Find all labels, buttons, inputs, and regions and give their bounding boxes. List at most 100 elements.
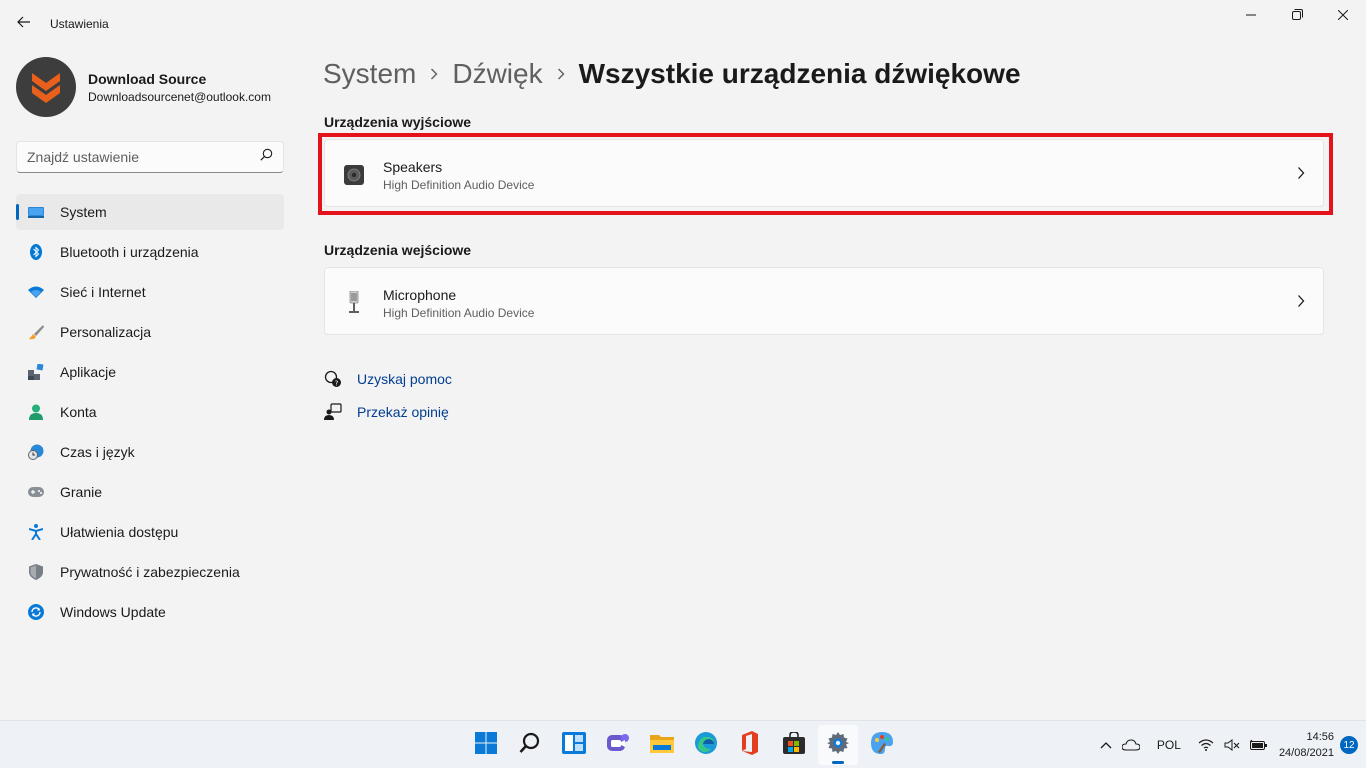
taskbar-store-button[interactable]	[774, 725, 814, 765]
give-feedback-link[interactable]: Przekaż opinię	[324, 403, 449, 421]
clock-time: 14:56	[1306, 731, 1334, 743]
wifi-tray-icon[interactable]	[1198, 739, 1214, 751]
chevron-right-icon	[557, 68, 565, 80]
output-device-speakers[interactable]: Speakers High Definition Audio Device	[324, 139, 1324, 207]
sidebar-item-label: Sieć i Internet	[60, 284, 146, 300]
sidebar-item-personalization[interactable]: Personalizacja	[16, 314, 284, 350]
taskbar: POL 14:56 24/08/2021 12	[0, 720, 1366, 768]
notification-badge[interactable]: 12	[1340, 736, 1358, 754]
close-button[interactable]	[1320, 0, 1366, 32]
windows-start-icon	[475, 731, 497, 759]
search-box[interactable]	[16, 141, 284, 173]
search-icon[interactable]	[260, 148, 273, 166]
apps-icon	[28, 364, 44, 380]
user-profile[interactable]: Download Source Downloadsourcenet@outloo…	[16, 57, 271, 117]
close-icon	[1337, 7, 1349, 25]
language-indicator[interactable]: POL	[1157, 738, 1181, 752]
wifi-icon	[28, 284, 44, 300]
settings-gear-icon	[826, 731, 850, 760]
volume-muted-icon[interactable]	[1224, 739, 1240, 751]
device-description: High Definition Audio Device	[383, 178, 535, 192]
taskbar-explorer-button[interactable]	[642, 725, 682, 765]
svg-text:?: ?	[335, 380, 339, 388]
profile-name: Download Source	[88, 71, 207, 87]
back-button[interactable]	[10, 10, 38, 38]
chevron-right-icon	[1297, 166, 1305, 185]
sidebar-item-system[interactable]: System	[16, 194, 284, 230]
store-icon	[783, 730, 805, 759]
sidebar-item-label: Windows Update	[60, 604, 166, 620]
taskbar-settings-button[interactable]	[818, 725, 858, 765]
sidebar-item-windows-update[interactable]: Windows Update	[16, 594, 284, 630]
account-icon	[28, 404, 44, 420]
clock-date: 24/08/2021	[1278, 747, 1334, 759]
breadcrumb: System Dźwięk Wszystkie urządzenia dźwię…	[323, 58, 1021, 90]
download-source-logo-icon	[32, 73, 60, 103]
device-name: Speakers	[383, 159, 443, 175]
bluetooth-icon	[28, 244, 44, 260]
sidebar-item-accessibility[interactable]: Ułatwienia dostępu	[16, 514, 284, 550]
edge-icon	[694, 731, 718, 760]
page-title: Wszystkie urządzenia dźwiękowe	[578, 58, 1021, 89]
sidebar-item-gaming[interactable]: Granie	[16, 474, 284, 510]
search-input[interactable]	[27, 149, 260, 165]
speaker-icon	[343, 164, 365, 186]
input-devices-heading: Urządzenia wejściowe	[324, 242, 472, 258]
teams-chat-icon	[606, 732, 630, 759]
taskbar-widgets-button[interactable]	[554, 725, 594, 765]
widgets-icon	[562, 731, 586, 759]
sidebar-item-apps[interactable]: Aplikacje	[16, 354, 284, 390]
minimize-icon	[1246, 7, 1256, 25]
sidebar-item-bluetooth[interactable]: Bluetooth i urządzenia	[16, 234, 284, 270]
get-help-label: Uzyskaj pomoc	[357, 371, 452, 387]
sidebar-item-label: System	[60, 204, 107, 220]
sidebar-item-time-language[interactable]: Czas i język	[16, 434, 284, 470]
device-name: Microphone	[383, 287, 457, 303]
taskbar-search-button[interactable]	[510, 725, 550, 765]
time-language-icon	[28, 444, 44, 460]
sidebar-item-label: Ułatwienia dostępu	[60, 524, 179, 540]
taskbar-office-button[interactable]	[730, 725, 770, 765]
taskbar-apps	[466, 725, 906, 765]
back-arrow-icon	[17, 15, 31, 33]
output-devices-heading: Urządzenia wyjściowe	[324, 114, 472, 130]
system-tray: POL 14:56 24/08/2021 12	[1095, 721, 1358, 768]
minimize-button[interactable]	[1228, 0, 1274, 32]
profile-email: Downloadsourcenet@outlook.com	[88, 90, 271, 104]
give-feedback-label: Przekaż opinię	[357, 404, 449, 420]
sidebar-item-accounts[interactable]: Konta	[16, 394, 284, 430]
clock[interactable]: 14:56 24/08/2021	[1279, 729, 1334, 761]
breadcrumb-sound[interactable]: Dźwięk	[452, 58, 542, 90]
taskbar-chat-button[interactable]	[598, 725, 638, 765]
brush-icon	[28, 324, 44, 340]
taskbar-start-button[interactable]	[466, 725, 506, 765]
taskbar-paint-button[interactable]	[862, 725, 902, 765]
chevron-up-icon[interactable]	[1100, 741, 1112, 749]
accessibility-icon	[28, 524, 44, 540]
office-icon	[740, 730, 760, 760]
sidebar-nav: System Bluetooth i urządzenia Sieć i Int…	[16, 194, 284, 634]
feedback-icon	[324, 403, 342, 421]
sidebar-item-privacy[interactable]: Prywatność i zabezpieczenia	[16, 554, 284, 590]
system-icon	[28, 204, 44, 220]
paint-icon	[870, 731, 894, 760]
get-help-link[interactable]: ? Uzyskaj pomoc	[324, 370, 452, 388]
file-explorer-icon	[650, 733, 674, 758]
input-device-microphone[interactable]: Microphone High Definition Audio Device	[324, 267, 1324, 335]
onedrive-icon[interactable]	[1121, 739, 1140, 751]
sidebar-item-label: Konta	[60, 404, 97, 420]
breadcrumb-system[interactable]: System	[323, 58, 416, 90]
battery-icon[interactable]	[1249, 739, 1268, 751]
window-controls	[1228, 0, 1366, 32]
restore-button[interactable]	[1274, 0, 1320, 32]
sidebar-item-label: Personalizacja	[60, 324, 152, 340]
sidebar-item-label: Bluetooth i urządzenia	[60, 244, 199, 260]
gamepad-icon	[28, 484, 44, 500]
help-icon: ?	[324, 370, 342, 388]
taskbar-edge-button[interactable]	[686, 725, 726, 765]
device-description: High Definition Audio Device	[383, 306, 535, 320]
shield-icon	[28, 564, 44, 580]
chevron-right-icon	[430, 68, 438, 80]
sidebar-item-network[interactable]: Sieć i Internet	[16, 274, 284, 310]
search-icon	[519, 732, 541, 759]
